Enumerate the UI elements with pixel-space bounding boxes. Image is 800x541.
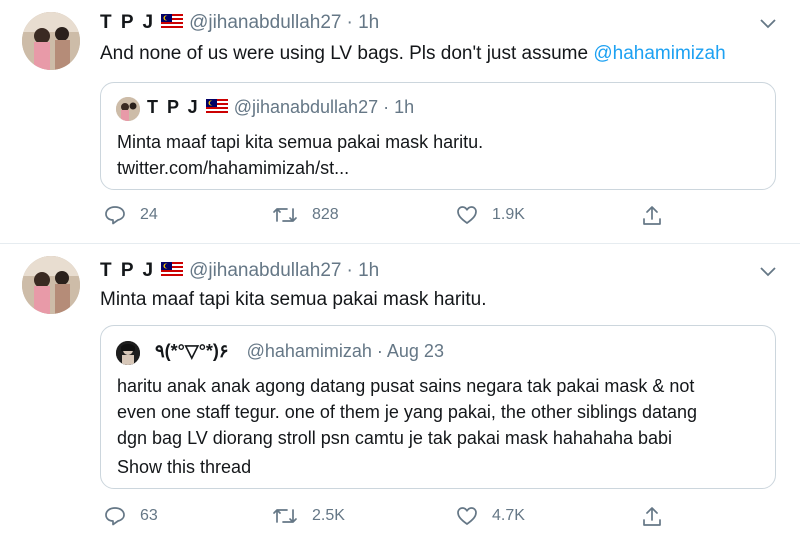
like-button[interactable]: 1.9K <box>456 205 525 225</box>
timestamp[interactable]: · 1h <box>346 260 379 282</box>
reply-button[interactable]: 63 <box>104 506 158 526</box>
reply-count: 63 <box>140 507 158 524</box>
timestamp[interactable]: · 1h <box>346 12 379 34</box>
tweet-header: T P J @jihanabdullah27 · 1h <box>100 260 379 282</box>
reply-button[interactable]: 24 <box>104 205 158 225</box>
retweet-count: 828 <box>312 206 339 223</box>
quoted-handle: @hahamimizah · Aug 23 <box>246 341 444 361</box>
display-name[interactable]: T P J <box>100 12 155 34</box>
display-name[interactable]: T P J <box>100 260 155 282</box>
quoted-header: ٩(*°▽°*)۶ @hahamimizah · Aug 23 <box>155 341 444 362</box>
quoted-text-line: Minta maaf tapi kita semua pakai mask ha… <box>117 132 484 152</box>
quoted-text-line: dgn bag LV diorang stroll psn camtu je t… <box>117 428 673 448</box>
quoted-tweet[interactable]: T P J @jihanabdullah27 · 1h Minta maaf t… <box>100 82 776 190</box>
retweet-icon <box>273 208 297 222</box>
malaysia-flag-icon <box>205 97 228 118</box>
malaysia-flag-icon <box>161 12 184 34</box>
handle[interactable]: @jihanabdullah27 <box>189 12 341 34</box>
retweet-count: 2.5K <box>312 507 345 524</box>
quoted-display-name: T P J <box>147 97 200 117</box>
quoted-text-line: even one staff tegur. one of them je yan… <box>117 402 698 422</box>
quoted-avatar <box>116 341 140 365</box>
retweet-icon <box>273 509 297 523</box>
like-icon <box>457 507 477 525</box>
handle[interactable]: @jihanabdullah27 <box>189 260 341 282</box>
like-count: 1.9K <box>492 206 525 223</box>
quoted-tweet[interactable]: ٩(*°▽°*)۶ @hahamimizah · Aug 23 haritu a… <box>100 325 776 489</box>
share-icon <box>643 507 661 526</box>
quoted-avatar <box>116 97 140 121</box>
avatar[interactable] <box>22 256 80 314</box>
reply-count: 24 <box>140 206 158 223</box>
tweet-text: And none of us were using LV bags. Pls d… <box>100 41 726 67</box>
retweet-button[interactable]: 828 <box>272 205 339 225</box>
reply-icon <box>105 507 125 526</box>
share-icon <box>643 206 661 225</box>
show-thread-link[interactable]: Show this thread <box>117 454 251 480</box>
malaysia-flag-icon <box>161 260 184 282</box>
mention-link[interactable]: @hahamimizah <box>593 43 725 64</box>
avatar-image <box>22 12 80 70</box>
like-count: 4.7K <box>492 507 525 524</box>
tweet[interactable]: T P J @jihanabdullah27 · 1h Minta maaf t… <box>0 244 800 541</box>
quoted-link[interactable]: twitter.com/hahamimizah/st... <box>117 155 349 181</box>
tweet[interactable]: T P J @jihanabdullah27 · 1h And none of … <box>0 0 800 243</box>
chevron-down-icon[interactable] <box>760 264 776 282</box>
like-icon <box>457 206 477 224</box>
tweet-text-main: And none of us were using LV bags. Pls d… <box>100 43 594 64</box>
quoted-text-line: haritu anak anak agong datang pusat sain… <box>117 376 695 396</box>
share-button[interactable] <box>642 205 676 227</box>
tweet-header: T P J @jihanabdullah27 · 1h <box>100 12 379 34</box>
quoted-display-name: ٩(*°▽°*)۶ <box>155 341 229 361</box>
avatar-image <box>22 256 80 314</box>
quoted-header: T P J @jihanabdullah27 · 1h <box>147 97 414 118</box>
tweet-text: Minta maaf tapi kita semua pakai mask ha… <box>100 289 487 310</box>
reply-icon <box>105 206 125 225</box>
like-button[interactable]: 4.7K <box>456 506 525 526</box>
chevron-down-icon[interactable] <box>760 16 776 34</box>
retweet-button[interactable]: 2.5K <box>272 506 345 526</box>
avatar[interactable] <box>22 12 80 70</box>
quoted-handle: @jihanabdullah27 · 1h <box>233 97 415 117</box>
share-button[interactable] <box>642 506 676 528</box>
